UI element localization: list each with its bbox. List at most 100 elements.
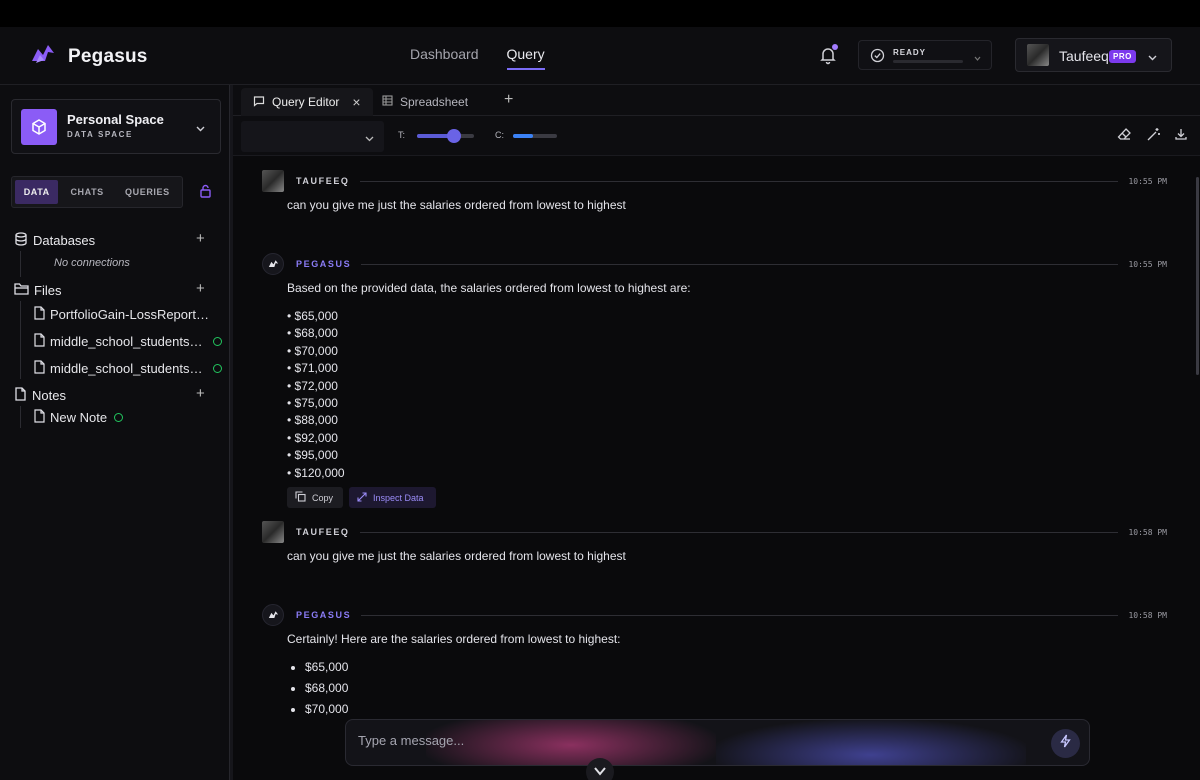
add-tab-button[interactable]: + bbox=[504, 91, 513, 109]
status-dropdown[interactable]: READY bbox=[858, 40, 992, 70]
note-icon bbox=[14, 387, 27, 404]
download-icon[interactable] bbox=[1174, 127, 1190, 143]
file-item[interactable]: middle_school_students.x… bbox=[33, 333, 222, 350]
scroll-to-bottom-button[interactable] bbox=[586, 758, 614, 780]
app-name: Pegasus bbox=[68, 45, 148, 67]
chevron-down-icon bbox=[195, 121, 206, 139]
lightning-icon bbox=[1059, 734, 1072, 753]
context-slider[interactable] bbox=[513, 134, 557, 138]
file-icon bbox=[33, 333, 45, 350]
database-icon bbox=[14, 232, 28, 249]
main-nav: Dashboard Query bbox=[410, 46, 545, 70]
inspect-data-button[interactable]: Inspect Data bbox=[349, 487, 436, 508]
temperature-slider-thumb[interactable] bbox=[447, 129, 462, 143]
pegasus-logo-icon bbox=[30, 43, 56, 70]
pegasus-avatar-icon bbox=[262, 253, 284, 275]
message-input[interactable] bbox=[358, 733, 1038, 748]
message-composer bbox=[345, 719, 1090, 766]
synced-status-icon bbox=[213, 337, 222, 346]
tree-guide-line bbox=[20, 301, 21, 379]
add-file-button[interactable]: + bbox=[196, 280, 205, 297]
list-item: • $68,000 bbox=[287, 326, 338, 341]
message-header: TAUFEEQ 10:55 PM bbox=[262, 170, 1167, 192]
message-divider bbox=[361, 263, 1119, 265]
message-divider bbox=[359, 180, 1119, 182]
status-progress-bar bbox=[893, 60, 963, 63]
inspect-data-label: Inspect Data bbox=[373, 492, 424, 503]
list-item: • $72,000 bbox=[287, 378, 338, 393]
list-item: • $88,000 bbox=[287, 413, 338, 428]
message-divider bbox=[359, 531, 1119, 533]
main-panel: Query Editor × Spreadsheet + T: C: TAUFE… bbox=[233, 85, 1200, 780]
no-connections-text: No connections bbox=[54, 257, 130, 269]
list-item: • $95,000 bbox=[287, 448, 338, 463]
message-time: 10:58 PM bbox=[1128, 610, 1167, 620]
sidebar: Personal Space DATA SPACE DATA CHATS QUE… bbox=[0, 85, 230, 780]
lock-icon[interactable] bbox=[199, 184, 212, 203]
message-text: Certainly! Here are the salaries ordered… bbox=[287, 632, 621, 646]
chevron-down-icon bbox=[364, 131, 375, 149]
app-logo[interactable]: Pegasus bbox=[30, 43, 148, 70]
folder-icon bbox=[14, 282, 29, 298]
message-text: can you give me just the salaries ordere… bbox=[287, 198, 626, 212]
synced-status-icon bbox=[114, 413, 124, 422]
send-button[interactable] bbox=[1051, 729, 1080, 758]
close-icon[interactable]: × bbox=[352, 94, 360, 110]
nav-query[interactable]: Query bbox=[506, 46, 545, 70]
tab-chats[interactable]: CHATS bbox=[58, 180, 115, 204]
file-name: PortfolioGain-LossReport45c bbox=[50, 307, 212, 322]
add-note-button[interactable]: + bbox=[196, 385, 205, 402]
chat-scrollbar[interactable] bbox=[1196, 177, 1199, 375]
message-author: PEGASUS bbox=[296, 259, 352, 269]
salary-list: • $65,000 • $68,000 • $70,000 • $71,000 … bbox=[287, 308, 345, 482]
list-item: $68,000 bbox=[305, 678, 348, 699]
eraser-icon[interactable] bbox=[1117, 127, 1133, 143]
sidebar-segmented-control: DATA CHATS QUERIES bbox=[11, 176, 183, 208]
note-name: New Note bbox=[50, 410, 108, 425]
user-menu[interactable]: Taufeeq PRO bbox=[1015, 38, 1172, 72]
magic-wand-icon[interactable] bbox=[1146, 127, 1162, 143]
list-item: • $65,000 bbox=[287, 309, 338, 323]
temperature-label: T: bbox=[398, 130, 406, 140]
user-avatar bbox=[262, 170, 284, 192]
tab-data[interactable]: DATA bbox=[15, 180, 59, 204]
file-item[interactable]: middle_school_students.x… bbox=[33, 360, 222, 377]
nav-dashboard[interactable]: Dashboard bbox=[410, 46, 479, 70]
copy-button[interactable]: Copy bbox=[287, 487, 343, 508]
list-item: $65,000 bbox=[305, 657, 348, 678]
tab-spreadsheet[interactable]: Spreadsheet bbox=[370, 88, 480, 116]
tree-guide-line bbox=[20, 406, 21, 428]
window-top-strip bbox=[0, 0, 1200, 27]
synced-status-icon bbox=[213, 364, 222, 373]
model-select[interactable] bbox=[241, 121, 384, 152]
tab-queries[interactable]: QUERIES bbox=[116, 180, 179, 204]
pegasus-avatar-icon bbox=[262, 604, 284, 626]
file-item[interactable]: PortfolioGain-LossReport45c bbox=[33, 306, 212, 323]
message-header: TAUFEEQ 10:58 PM bbox=[262, 521, 1167, 543]
user-avatar bbox=[262, 521, 284, 543]
chat-thread: TAUFEEQ 10:55 PM can you give me just th… bbox=[233, 156, 1200, 780]
message-text: Based on the provided data, the salaries… bbox=[287, 281, 691, 295]
salary-list: $65,000 $68,000 $70,000 bbox=[305, 657, 348, 720]
message-time: 10:58 PM bbox=[1128, 527, 1167, 537]
copy-label: Copy bbox=[312, 492, 334, 503]
list-item: • $120,000 bbox=[287, 465, 345, 480]
add-database-button[interactable]: + bbox=[196, 230, 205, 247]
message-divider bbox=[361, 614, 1119, 616]
tree-notes[interactable]: Notes bbox=[14, 387, 66, 404]
space-selector[interactable]: Personal Space DATA SPACE bbox=[11, 99, 221, 154]
message-author: TAUFEEQ bbox=[296, 176, 350, 186]
note-item[interactable]: New Note bbox=[33, 409, 124, 426]
list-item: • $75,000 bbox=[287, 396, 338, 411]
tree-databases-label: Databases bbox=[33, 233, 96, 248]
temperature-slider[interactable] bbox=[417, 129, 474, 143]
chevron-down-icon bbox=[593, 763, 607, 780]
list-item: $70,000 bbox=[305, 699, 348, 720]
tab-query-editor[interactable]: Query Editor × bbox=[241, 88, 373, 116]
tree-files[interactable]: Files bbox=[14, 282, 61, 298]
user-name: Taufeeq bbox=[1059, 48, 1109, 64]
tab-spreadsheet-label: Spreadsheet bbox=[400, 95, 469, 109]
tree-databases[interactable]: Databases bbox=[14, 232, 95, 249]
message-text: can you give me just the salaries ordere… bbox=[287, 549, 626, 563]
chevron-down-icon bbox=[973, 50, 982, 68]
